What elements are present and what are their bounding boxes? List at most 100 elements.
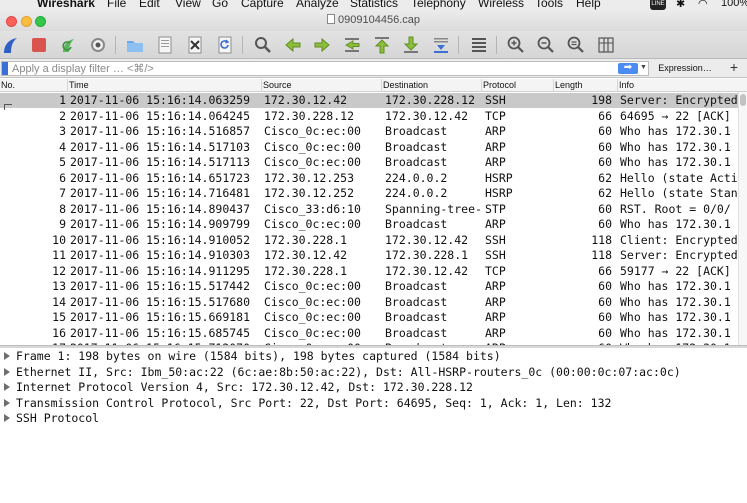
packet-row[interactable]: 7 2017-11-06 15:16:14.716481 172.30.12.252… xyxy=(0,186,740,201)
detail-tree-item-tcp[interactable]: Transmission Control Protocol, Src Port:… xyxy=(0,395,747,411)
packet-row[interactable]: 1 2017-11-06 15:16:14.063259 172.30.12.42 1… xyxy=(0,93,740,108)
column-header-protocol[interactable]: Protocol xyxy=(482,79,554,92)
menu-help[interactable]: Help xyxy=(576,0,601,11)
zoom-normal-icon[interactable] xyxy=(565,34,587,56)
start-capture-icon[interactable] xyxy=(0,34,22,56)
column-header-source[interactable]: Source xyxy=(262,79,382,92)
packet-info: Server: Encrypted packet xyxy=(620,93,740,107)
packet-length: 60 xyxy=(598,155,612,169)
save-file-icon[interactable] xyxy=(154,34,176,56)
packet-length: 60 xyxy=(598,294,612,309)
display-filter-bar: ➡ ▼ Expression… + xyxy=(0,59,747,78)
packet-destination: Broadcast xyxy=(385,155,448,169)
packet-row[interactable]: 9 2017-11-06 15:16:14.909799 Cisco_0c:ec:0… xyxy=(0,217,740,232)
packet-info: Who has 172.30.1 xyxy=(620,139,731,154)
packet-length: 60 xyxy=(598,325,612,340)
menu-analyze[interactable]: Analyze xyxy=(296,0,339,11)
bluetooth-icon[interactable]: ✱ xyxy=(676,0,685,11)
colorize-list-icon[interactable] xyxy=(468,34,490,56)
packet-row[interactable]: 16 2017-11-06 15:16:15.685745 Cisco_0c:ec:… xyxy=(0,326,740,341)
detail-tree-item-ethernet[interactable]: Ethernet II, Src: Ibm_50:ac:22 (6c:ae:8b… xyxy=(0,364,747,380)
packet-protocol: ARP xyxy=(485,325,506,340)
packet-row[interactable]: 10 2017-11-06 15:16:14.910052 172.30.228.1… xyxy=(0,233,740,248)
wifi-icon[interactable]: ◠ xyxy=(698,0,708,11)
go-to-packet-icon[interactable] xyxy=(341,34,363,56)
open-file-folder-icon[interactable] xyxy=(124,34,146,56)
column-header-no[interactable]: No. xyxy=(0,79,68,92)
menu-edit[interactable]: Edit xyxy=(139,0,160,11)
go-last-packet-icon[interactable] xyxy=(400,34,422,56)
display-filter-input[interactable] xyxy=(12,62,612,75)
packet-row[interactable]: 3 2017-11-06 15:16:14.516857 Cisco_0c:ec:0… xyxy=(0,124,740,139)
packet-number: 14 xyxy=(52,294,66,309)
restart-capture-icon[interactable] xyxy=(58,34,80,56)
column-header-destination[interactable]: Destination xyxy=(382,79,482,92)
packet-row[interactable]: 13 2017-11-06 15:16:15.517442 Cisco_0c:ec:… xyxy=(0,279,740,294)
menu-telephony[interactable]: Telephony xyxy=(411,0,466,11)
expand-arrow-icon[interactable] xyxy=(4,368,10,376)
expression-button[interactable]: Expression… xyxy=(654,61,716,76)
auto-scroll-icon[interactable] xyxy=(430,34,452,56)
go-forward-arrow-icon[interactable] xyxy=(311,34,333,56)
packet-protocol: SSH xyxy=(485,232,506,247)
menu-go[interactable]: Go xyxy=(212,0,228,11)
packet-row[interactable]: 5 2017-11-06 15:16:14.517113 Cisco_0c:ec:0… xyxy=(0,155,740,170)
scrollbar-thumb[interactable] xyxy=(740,94,746,106)
packet-row[interactable]: 2 2017-11-06 15:16:14.064245 172.30.228.12… xyxy=(0,109,740,124)
expand-arrow-icon[interactable] xyxy=(4,399,10,407)
expand-arrow-icon[interactable] xyxy=(4,414,10,422)
packet-row[interactable]: 6 2017-11-06 15:16:14.651723 172.30.12.253… xyxy=(0,171,740,186)
menu-capture[interactable]: Capture xyxy=(241,0,284,11)
packet-row[interactable]: 8 2017-11-06 15:16:14.890437 Cisco_33:d6:1… xyxy=(0,202,740,217)
menu-wireless[interactable]: Wireless xyxy=(478,0,524,11)
menu-app-name[interactable]: Wireshark xyxy=(37,0,95,11)
close-file-icon[interactable] xyxy=(184,34,206,56)
detail-tree-item-ipv4[interactable]: Internet Protocol Version 4, Src: 172.30… xyxy=(0,379,747,395)
menu-file[interactable]: File xyxy=(107,0,126,11)
go-first-packet-icon[interactable] xyxy=(371,34,393,56)
expand-arrow-icon[interactable] xyxy=(4,383,10,391)
packet-time: 2017-11-06 15:16:15.685745 xyxy=(70,325,251,340)
zoom-in-icon[interactable] xyxy=(505,34,527,56)
menu-view[interactable]: View xyxy=(175,0,201,11)
packet-time: 2017-11-06 15:16:14.910052 xyxy=(70,232,251,247)
apply-filter-arrow-icon[interactable]: ➡ xyxy=(618,63,638,74)
detail-tree-item-ssh[interactable]: SSH Protocol xyxy=(0,410,747,426)
packet-list-scrollbar[interactable] xyxy=(738,92,747,345)
menu-statistics[interactable]: Statistics xyxy=(350,0,398,11)
column-header-length[interactable]: Length xyxy=(554,79,618,92)
packet-info: Who has 172.30.1 xyxy=(620,279,731,293)
document-icon xyxy=(327,14,336,24)
zoom-out-icon[interactable] xyxy=(535,34,557,56)
reload-file-icon[interactable] xyxy=(214,34,236,56)
line-app-icon[interactable]: LINE xyxy=(650,0,666,10)
packet-row[interactable]: 11 2017-11-06 15:16:14.910303 172.30.12.42… xyxy=(0,248,740,263)
detail-tree-item-frame[interactable]: Frame 1: 198 bytes on wire (1584 bits), … xyxy=(0,348,747,364)
capture-options-gear-icon[interactable] xyxy=(87,34,109,56)
packet-destination: Broadcast xyxy=(385,310,448,324)
expand-arrow-icon[interactable] xyxy=(4,352,10,360)
add-filter-button[interactable]: + xyxy=(726,60,742,76)
packet-list[interactable]: No. Time Source Destination Protocol Len… xyxy=(0,79,747,345)
find-packet-magnifier-icon[interactable] xyxy=(252,34,274,56)
menu-tools[interactable]: Tools xyxy=(535,0,563,11)
packet-time: 2017-11-06 15:16:14.517113 xyxy=(70,155,251,169)
packet-destination: Broadcast xyxy=(385,139,448,154)
packet-row[interactable]: 12 2017-11-06 15:16:14.911295 172.30.228.1… xyxy=(0,264,740,279)
column-header-time[interactable]: Time xyxy=(68,79,262,92)
packet-row[interactable]: 15 2017-11-06 15:16:15.669181 Cisco_0c:ec:… xyxy=(0,310,740,325)
packet-row[interactable]: 4 2017-11-06 15:16:14.517103 Cisco_0c:ec:0… xyxy=(0,140,740,155)
battery-percent[interactable]: 100% xyxy=(721,0,747,11)
filter-history-dropdown-icon[interactable]: ▼ xyxy=(640,64,647,71)
filter-bookmark-icon[interactable] xyxy=(2,62,8,75)
packet-info: 64695 → 22 [ACK] xyxy=(620,108,731,123)
macos-menubar: Wireshark File Edit View Go Capture Anal… xyxy=(0,0,747,11)
packet-row[interactable]: 14 2017-11-06 15:16:15.517680 Cisco_0c:ec:… xyxy=(0,295,740,310)
packet-number: 7 xyxy=(59,186,66,200)
detail-tree-label: Transmission Control Protocol, Src Port:… xyxy=(16,396,612,410)
packet-length: 62 xyxy=(598,186,612,200)
stop-capture-icon[interactable] xyxy=(28,34,50,56)
go-back-arrow-icon[interactable] xyxy=(282,34,304,56)
column-header-info[interactable]: Info xyxy=(618,79,747,92)
resize-columns-icon[interactable] xyxy=(595,34,617,56)
